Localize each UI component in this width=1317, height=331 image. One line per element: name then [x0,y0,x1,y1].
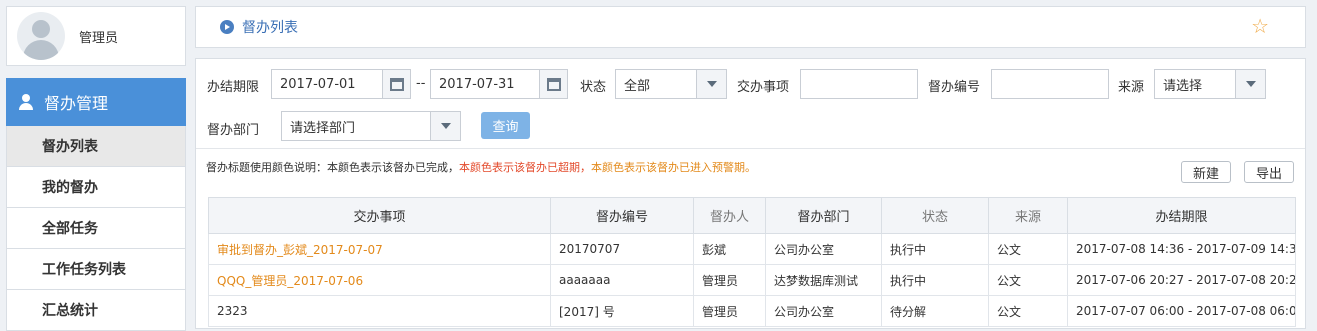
table-cell: 20170707 [550,233,694,265]
breadcrumb: 督办列表 ☆ [195,6,1306,48]
user-name: 管理员 [79,30,119,46]
table-cell: 彭斌 [693,233,766,265]
matter-label: 交办事项 [737,80,790,95]
star-icon[interactable]: ☆ [1251,16,1269,36]
date-to-value: 2017-07-31 [439,76,515,92]
query-button[interactable]: 查询 [481,112,530,139]
chevron-right-icon [220,20,234,34]
code-label: 督办编号 [928,80,981,95]
dept-label: 督办部门 [207,123,260,138]
sidebar-item-all-tasks[interactable]: 全部任务 [6,208,186,249]
source-placeholder: 请选择 [1163,78,1203,94]
table-header-row: 交办事项 督办编号 督办人 督办部门 状态 来源 办结期限 [208,197,1296,234]
matter-input[interactable] [800,69,918,99]
table-row[interactable]: QQQ_管理员_2017-07-06 aaaaaaa 管理员 达梦数据库测试 执… [208,264,1296,296]
chevron-down-icon[interactable] [430,112,460,140]
source-select[interactable]: 请选择 [1154,69,1266,99]
col-header-dept[interactable]: 督办部门 [765,197,882,234]
table-cell: 2017-07-08 14:36 - 2017-07-09 14:36 [1067,233,1296,265]
date-from-value: 2017-07-01 [280,76,356,92]
sidebar-item-summary-stats[interactable]: 汇总统计 [6,290,186,331]
avatar[interactable] [17,12,65,60]
table-cell: 达梦数据库测试 [765,264,882,296]
code-input[interactable] [991,69,1109,99]
table-cell: 待分解 [881,295,989,327]
user-settings-icon [18,93,36,111]
sidebar-item-supervision-list[interactable]: 督办列表 [6,126,186,167]
sidebar-item-work-task-list[interactable]: 工作任务列表 [6,249,186,290]
color-legend: 督办标题使用颜色说明：本颜色表示该督办已完成，本颜色表示该督办已超期，本颜色表示… [206,159,756,175]
table-cell: 执行中 [881,264,989,296]
table-cell: 2017-07-06 20:27 - 2017-07-08 20:27 [1067,264,1296,296]
filter-form: 办结期限 2017-07-01 -- 2017-07-31 状态 全部 交办事项… [196,59,1305,149]
export-button[interactable]: 导出 [1244,161,1294,183]
calendar-icon[interactable] [382,70,410,98]
date-separator: -- [416,76,426,91]
table-cell: 执行中 [881,233,989,265]
page-title[interactable]: 督办列表 [242,17,298,37]
chevron-down-icon[interactable] [1235,70,1265,98]
table-cell: aaaaaaa [550,264,694,296]
matter-link[interactable]: 2323 [208,295,551,327]
legend-warning: 本颜色表示该督办已进入预警期。 [591,161,756,174]
table-cell: 公司办公室 [765,295,882,327]
table-cell: 2017-07-07 06:00 - 2017-07-08 06:00 [1067,295,1296,327]
menu-section-supervision[interactable]: 督办管理 [6,78,186,126]
date-to-input[interactable]: 2017-07-31 [430,69,568,99]
user-card: 管理员 [6,6,186,66]
matter-link[interactable]: 审批到督办_彭斌_2017-07-07 [208,233,551,265]
col-header-status[interactable]: 状态 [881,197,989,234]
col-header-code[interactable]: 督办编号 [550,197,694,234]
table-cell: 公文 [988,233,1068,265]
status-select[interactable]: 全部 [615,69,727,99]
col-header-source[interactable]: 来源 [988,197,1068,234]
supervision-table: 交办事项 督办编号 督办人 督办部门 状态 来源 办结期限 审批到督办_彭斌_2… [208,197,1296,327]
table-cell: 公文 [988,295,1068,327]
date-from-input[interactable]: 2017-07-01 [271,69,411,99]
matter-link[interactable]: QQQ_管理员_2017-07-06 [208,264,551,296]
source-label: 来源 [1118,80,1145,95]
legend-completed: 督办标题使用颜色说明：本颜色表示该督办已完成， [206,161,459,174]
deadline-label: 办结期限 [207,80,260,95]
sidebar: 管理员 督办管理 督办列表 我的督办 全部任务 工作任务列表 汇总统计 [6,6,186,331]
status-label: 状态 [580,80,607,95]
dept-select[interactable]: 请选择部门 [281,111,461,141]
main-panel: 办结期限 2017-07-01 -- 2017-07-31 状态 全部 交办事项… [195,58,1306,329]
dept-placeholder: 请选择部门 [290,120,356,136]
col-header-matter[interactable]: 交办事项 [208,197,551,234]
legend-overdue: 本颜色表示该督办已超期， [459,161,591,174]
chevron-down-icon[interactable] [696,70,726,98]
sidebar-item-my-supervision[interactable]: 我的督办 [6,167,186,208]
table-cell: 管理员 [693,295,766,327]
new-button[interactable]: 新建 [1181,161,1231,183]
table-cell: 管理员 [693,264,766,296]
table-row[interactable]: 2323 [2017] 号 管理员 公司办公室 待分解 公文 2017-07-0… [208,295,1296,327]
col-header-deadline[interactable]: 办结期限 [1067,197,1296,234]
table-cell: 公司办公室 [765,233,882,265]
calendar-icon[interactable] [539,70,567,98]
table-row[interactable]: 审批到督办_彭斌_2017-07-07 20170707 彭斌 公司办公室 执行… [208,233,1296,265]
table-cell: [2017] 号 [550,295,694,327]
menu-section-label: 督办管理 [44,94,109,113]
col-header-supervisor[interactable]: 督办人 [693,197,766,234]
table-cell: 公文 [988,264,1068,296]
status-value: 全部 [624,78,651,94]
